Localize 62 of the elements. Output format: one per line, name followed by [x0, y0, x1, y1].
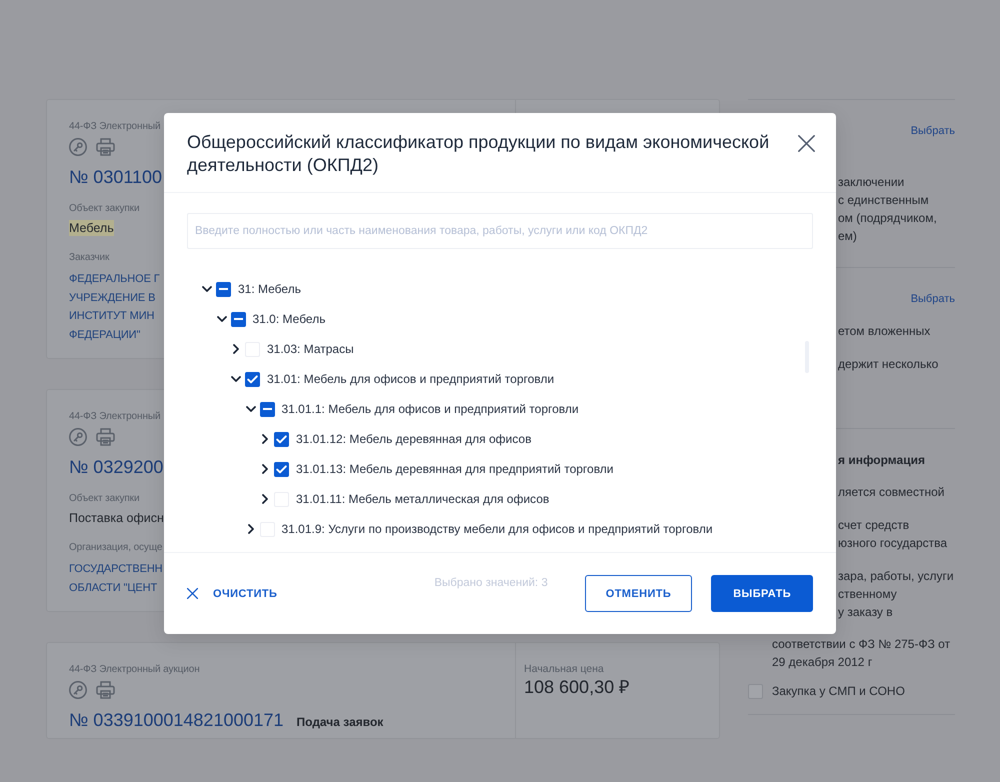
- checkbox[interactable]: [274, 462, 289, 476]
- subject-value: Поставка офисн: [69, 510, 164, 526]
- section-heading: я информация: [838, 452, 925, 469]
- option-text: счет средств юзного государства: [838, 517, 948, 552]
- chevron-down-icon[interactable]: [202, 286, 212, 292]
- organization-label: Организация, осуще: [69, 541, 162, 555]
- price-value: 108 600,30 ₽: [524, 676, 630, 698]
- tree-item-label[interactable]: 31.01: Мебель для офисов и предприятий торговли: [267, 371, 554, 387]
- chevron-right-icon[interactable]: [233, 344, 239, 354]
- close-icon: [798, 135, 815, 152]
- price-label: Начальная цена: [524, 662, 604, 676]
- law-type-label: 44-ФЗ Электронный: [69, 120, 160, 134]
- status-label: Подача заявок: [296, 715, 384, 729]
- search-field[interactable]: Введите полностью или часть наименования товара, работы, услуги или код ОКПД2: [187, 213, 813, 249]
- chevron-right-icon[interactable]: [248, 524, 254, 534]
- dialog-title: Общероссийский классификатор продукции по видам экономической деятельности (ОКПД2): [187, 131, 770, 177]
- checkbox[interactable]: [274, 432, 289, 446]
- select-button[interactable]: ВЫБРАТЬ: [711, 575, 813, 612]
- select-link[interactable]: Выбрать: [910, 292, 955, 306]
- organization-name[interactable]: ГОСУДАРСТВЕНН ОБЛАСТИ "ЦЕНТ: [69, 560, 163, 597]
- option-text: етом вложенных: [838, 323, 930, 340]
- organization-label: Заказчик: [69, 251, 110, 265]
- procurement-number[interactable]: № 0301100: [69, 166, 162, 188]
- law-type-label: 44-ФЗ Электронный аукцион: [69, 663, 200, 677]
- chevron-right-icon[interactable]: [262, 434, 268, 444]
- tree-item-label[interactable]: 31.01.11: Мебель металлическая для офисов: [296, 491, 550, 507]
- x-icon: [187, 588, 198, 599]
- tree-item-label[interactable]: 31.01.12: Мебель деревянная для офисов: [296, 431, 532, 447]
- option-text: держит несколько: [838, 356, 938, 373]
- law-type-label: 44-ФЗ Электронный: [69, 410, 160, 424]
- checkbox-label[interactable]: Закупка у СМП и СОНО: [772, 683, 905, 699]
- tree-item-label[interactable]: 31.03: Матрасы: [267, 341, 354, 357]
- chevron-down-icon[interactable]: [231, 376, 241, 382]
- tree-item-label[interactable]: 31.0: Мебель: [252, 311, 326, 327]
- organization-name[interactable]: ФЕДЕРАЛЬНОЕ Г УЧРЕЖДЕНИЕ В ИНСТИТУТ МИН ФЕДЕРАЦИИ": [69, 270, 160, 344]
- option-text: соответствии с ФЗ № 275-ФЗ от 29 декабря 2012 г: [772, 636, 950, 671]
- checkbox[interactable]: [230, 312, 246, 326]
- checkbox[interactable]: [245, 372, 260, 386]
- chevron-right-icon[interactable]: [262, 494, 268, 504]
- option-text: ляется совместной: [838, 484, 944, 501]
- subject-label: Объект закупки: [69, 202, 140, 216]
- subject-label: Объект закупки: [69, 492, 140, 506]
- select-link[interactable]: Выбрать: [910, 124, 955, 138]
- subject-value: Мебель: [69, 220, 114, 236]
- chevron-down-icon[interactable]: [216, 316, 226, 322]
- procurement-number[interactable]: № 0329200: [69, 456, 164, 478]
- checkbox[interactable]: [748, 684, 763, 698]
- option-text: зара, работы, услуги ственному у заказу в: [838, 568, 954, 621]
- tree-item-label[interactable]: 31.01.9: Услуги по производству мебели для офисов и предприятий торговли: [282, 521, 713, 537]
- selection-count: Выбрано значений: 3: [434, 576, 548, 590]
- tree-item-label[interactable]: 31: Мебель: [238, 281, 301, 297]
- tree-item-label[interactable]: 31.01.13: Мебель деревянная для предприятий торговли: [296, 461, 614, 477]
- checkbox[interactable]: [260, 402, 274, 416]
- close-button[interactable]: [798, 135, 815, 152]
- checkbox[interactable]: [216, 282, 231, 296]
- tree-item-label[interactable]: 31.01.1: Мебель для офисов и предприятий торговли: [282, 401, 579, 417]
- option-text: заключении с единственным ом (подрядчиком, ем): [838, 174, 937, 245]
- clear-button[interactable]: ОЧИСТИТЬ: [187, 588, 278, 600]
- cancel-button[interactable]: ОТМЕНИТЬ: [584, 575, 692, 612]
- procurement-number[interactable]: № 0339100014821000171: [69, 709, 284, 731]
- chevron-down-icon[interactable]: [246, 406, 256, 412]
- chevron-right-icon[interactable]: [262, 464, 268, 474]
